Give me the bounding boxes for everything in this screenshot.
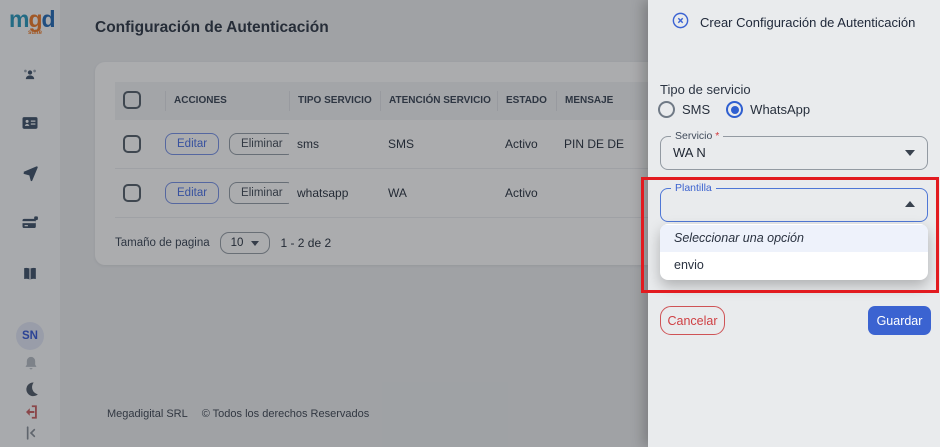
plantilla-label: Plantilla xyxy=(671,182,716,194)
menu-item-placeholder[interactable]: Seleccionar una opción xyxy=(660,225,928,252)
create-auth-config-drawer: Crear Configuración de Autenticación Tip… xyxy=(648,0,940,447)
radio-button-icon[interactable] xyxy=(658,101,675,118)
radio-button-icon[interactable] xyxy=(726,101,743,118)
modal-backdrop[interactable] xyxy=(0,0,648,447)
save-button[interactable]: Guardar xyxy=(868,306,931,335)
chevron-up-icon xyxy=(905,201,915,207)
radio-option-whatsapp[interactable]: WhatsApp xyxy=(726,101,810,118)
service-type-label: Tipo de servicio xyxy=(660,82,751,97)
plantilla-select[interactable]: Plantilla xyxy=(660,188,928,222)
menu-item-envio[interactable]: envio xyxy=(660,252,928,279)
close-icon[interactable] xyxy=(671,11,690,30)
cancel-button[interactable]: Cancelar xyxy=(660,306,725,335)
radio-label: SMS xyxy=(682,102,710,117)
servicio-value: WA N xyxy=(673,137,706,168)
drawer-title: Crear Configuración de Autenticación xyxy=(700,15,915,30)
radio-label: WhatsApp xyxy=(750,102,810,117)
service-type-radio-group: SMS WhatsApp xyxy=(658,101,810,118)
radio-option-sms[interactable]: SMS xyxy=(658,101,710,118)
chevron-down-icon xyxy=(905,150,915,156)
plantilla-dropdown-menu: Seleccionar una opción envio xyxy=(660,224,928,280)
servicio-select[interactable]: Servicio * WA N xyxy=(660,136,928,170)
required-asterisk: * xyxy=(715,130,719,142)
